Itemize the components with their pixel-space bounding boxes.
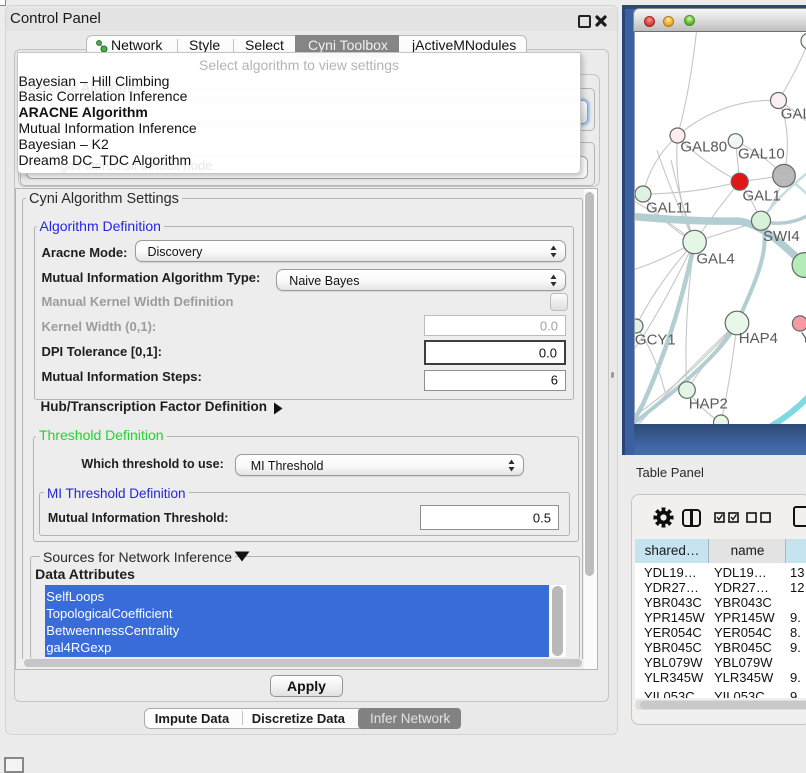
svg-text:HAP4: HAP4 xyxy=(739,330,778,347)
svg-text:GAL80: GAL80 xyxy=(680,139,727,156)
svg-text:HAP2: HAP2 xyxy=(689,396,728,413)
svg-text:SWI4: SWI4 xyxy=(763,228,800,245)
svg-text:GAL2: GAL2 xyxy=(781,106,806,123)
svg-text:GAL11: GAL11 xyxy=(646,200,692,217)
svg-text:GCY1: GCY1 xyxy=(635,332,676,349)
svg-text:GAL1: GAL1 xyxy=(743,188,781,205)
svg-text:Y: Y xyxy=(801,330,806,347)
svg-text:GAL10: GAL10 xyxy=(738,146,785,163)
svg-text:GAL4: GAL4 xyxy=(696,250,734,267)
